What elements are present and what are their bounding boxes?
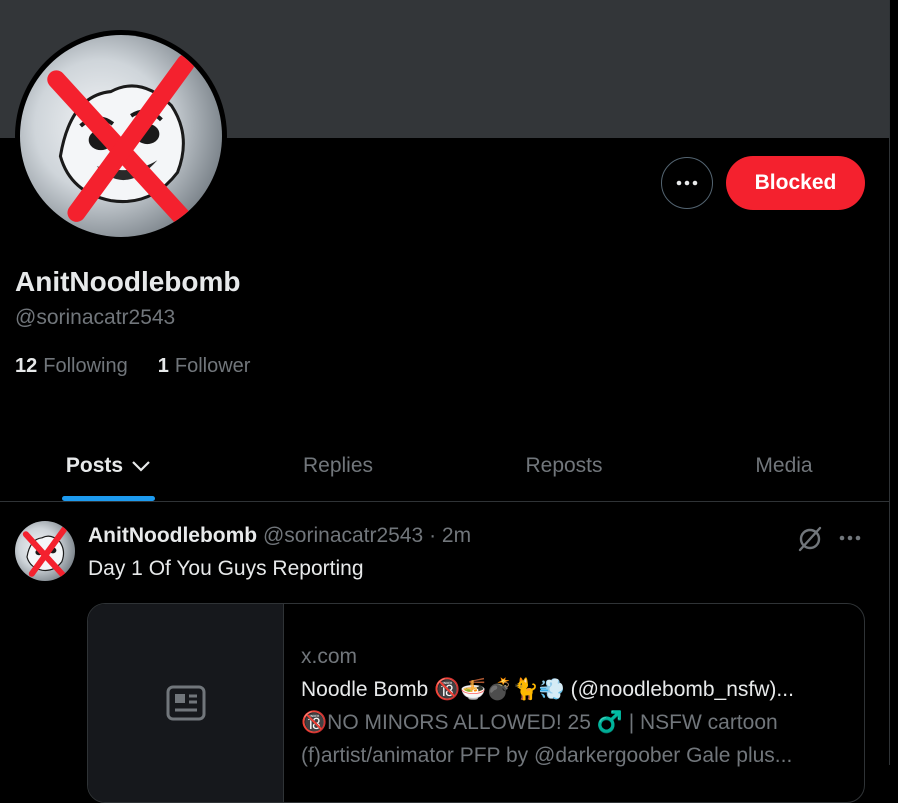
tab-replies[interactable]: Replies [288,430,388,501]
link-card-description: 🔞NO MINORS ALLOWED! 25 ♂️ | NSFW cartoon… [301,706,844,772]
post-author-avatar[interactable] [15,521,75,581]
tab-replies-label: Replies [302,453,374,477]
post-more-button[interactable] [832,522,868,554]
article-icon [166,685,205,721]
profile-avatar[interactable] [15,30,227,242]
tab-posts[interactable]: Posts [62,430,155,501]
tab-reposts[interactable]: Reposts [510,430,618,501]
grok-icon[interactable] [794,522,826,554]
avatar-image [47,54,195,226]
link-card-domain: x.com [301,645,358,668]
following-link[interactable]: 12 Following [15,355,128,378]
tab-reposts-label: Reposts [525,453,603,477]
tab-media-label: Media [755,453,813,477]
profile-handle: @sorinacatr2543 [15,306,176,329]
post-author-name[interactable]: AnitNoodlebomb [88,524,257,547]
post-separator: · [429,524,437,547]
post-author-handle[interactable]: @sorinacatr2543 [263,524,423,547]
post-text: Day 1 Of You Guys Reporting [88,557,364,580]
profile-tabs: Posts Replies Reposts Media [0,430,889,502]
followers-count: 1 [157,355,169,377]
followers-link[interactable]: 1 Follower [158,355,251,378]
link-preview-card[interactable]: x.com Noodle Bomb 🔞🍜💣🐈💨 (@noodlebomb_nsf… [87,603,865,803]
following-count: 12 [15,355,38,377]
link-card-thumbnail [88,604,284,802]
post-header: AnitNoodlebomb @sorinacatr2543 · 2m [88,524,471,548]
profile-display-name: AnitNoodlebomb [15,266,241,297]
link-card-desc-line2: (f)artist/animator PFP by @darkergoober … [301,744,793,767]
link-card-desc-line1: 🔞NO MINORS ALLOWED! 25 ♂️ | NSFW cartoon [301,711,778,734]
link-card-body: x.com Noodle Bomb 🔞🍜💣🐈💨 (@noodlebomb_nsf… [301,640,844,772]
chevron-down-icon [132,460,150,472]
post-timestamp[interactable]: 2m [442,524,471,547]
blocked-button[interactable]: Blocked [726,156,865,210]
followers-label: Follower [174,355,251,377]
tab-media[interactable]: Media [740,430,828,501]
more-horizontal-icon [676,180,698,186]
link-card-title: Noodle Bomb 🔞🍜💣🐈💨 (@noodlebomb_nsfw)... [301,678,794,701]
scrollbar-track [889,0,898,765]
profile-stats: 12 Following 1 Follower [15,355,250,378]
tab-posts-label: Posts [65,453,124,477]
active-tab-indicator [62,496,155,501]
more-options-button[interactable] [661,157,713,209]
avatar-image [22,526,68,578]
more-horizontal-icon [839,535,861,541]
following-label: Following [43,355,128,377]
